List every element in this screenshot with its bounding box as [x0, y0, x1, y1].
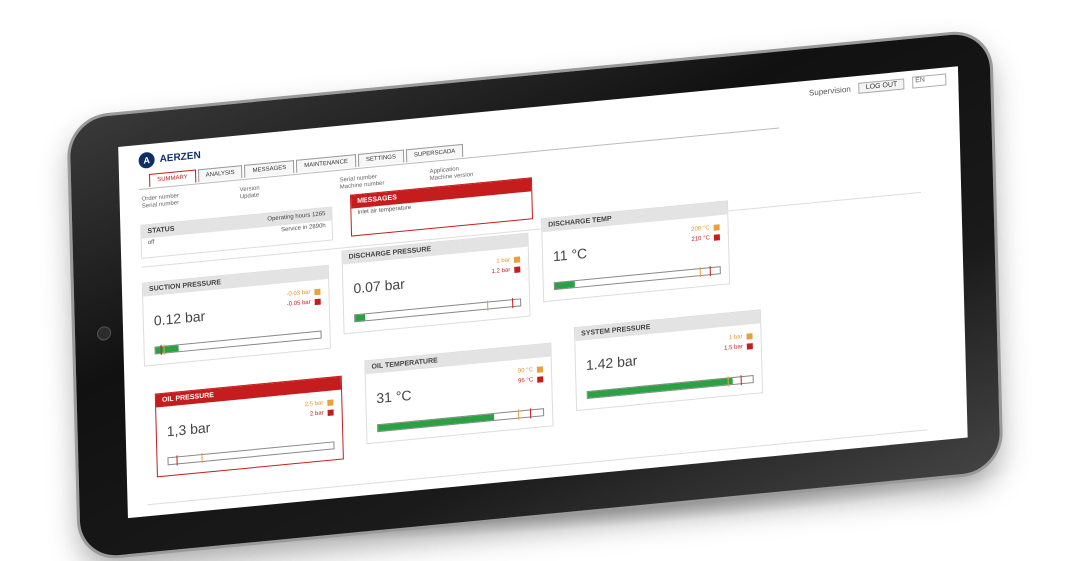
- alarm-threshold-value: -0.05 bar: [287, 300, 311, 308]
- gauge-bar-fill: [355, 314, 365, 321]
- gauge-card-syspress[interactable]: SYSTEM PRESSURE1.42 bar1 bar1.5 bar: [574, 309, 763, 411]
- app-screen: A AERZEN Supervision LOG OUT EN SUMMARY …: [118, 66, 967, 518]
- logo-text: AERZEN: [159, 150, 200, 165]
- gauge-value: 1,3 bar: [167, 419, 211, 439]
- logout-button[interactable]: LOG OUT: [859, 78, 905, 93]
- warn-threshold: 200 °C: [691, 224, 720, 233]
- alarm-marker: [512, 298, 513, 308]
- top-bar: Supervision LOG OUT EN: [809, 73, 947, 98]
- warn-threshold: -0.03 bar: [286, 289, 320, 298]
- alarm-threshold: 1.5 bar: [724, 343, 753, 352]
- alarm-threshold-value: 1.2 bar: [492, 267, 511, 275]
- alarm-threshold: 1.2 bar: [492, 266, 521, 275]
- gauge-bar: [554, 266, 721, 290]
- warn-swatch-icon: [314, 289, 320, 296]
- info-col-1: Order number Serial number: [142, 193, 180, 211]
- gauge-value: 0.07 bar: [353, 276, 405, 297]
- warn-swatch-icon: [327, 399, 333, 406]
- warn-marker: [700, 267, 701, 277]
- alarm-threshold: 210 °C: [691, 234, 720, 243]
- aerzen-logo: A AERZEN: [138, 147, 201, 169]
- warn-threshold: 1 bar: [729, 333, 753, 341]
- alarm-swatch-icon: [537, 376, 543, 383]
- alarm-marker: [710, 266, 711, 276]
- gauge-value: 0.12 bar: [154, 308, 206, 329]
- alarm-swatch-icon: [714, 234, 720, 241]
- service-label: Service in: [281, 225, 307, 234]
- gauge-value: 11 °C: [553, 245, 588, 264]
- alarm-swatch-icon: [328, 409, 334, 416]
- alarm-threshold: 95 °C: [518, 376, 543, 384]
- warn-swatch-icon: [746, 333, 752, 340]
- warn-threshold-value: 90 °C: [518, 367, 533, 374]
- gauge-bar-fill: [378, 414, 494, 431]
- gauge-bar-fill: [156, 345, 179, 353]
- state-value: off: [148, 240, 155, 247]
- alarm-swatch-icon: [315, 299, 321, 306]
- warn-marker: [201, 453, 202, 463]
- gauge-card-suction[interactable]: SUCTION PRESSURE0.12 bar-0.03 bar-0.05 b…: [142, 265, 331, 367]
- logo-mark-icon: A: [138, 152, 154, 170]
- gauge-bar-fill: [588, 378, 733, 398]
- alarm-threshold-value: 2 bar: [310, 410, 324, 417]
- alarm-threshold: 2 bar: [310, 409, 334, 417]
- info-col-2: Version Update: [240, 185, 260, 201]
- gauge-bar: [167, 441, 334, 465]
- warn-marker: [728, 376, 729, 386]
- gauge-value: 1.42 bar: [586, 352, 638, 373]
- tab-underline: [139, 127, 779, 189]
- warn-marker: [487, 301, 488, 311]
- alarm-marker: [741, 375, 742, 385]
- warn-threshold: 90 °C: [518, 366, 543, 374]
- warn-swatch-icon: [537, 366, 543, 373]
- tablet-device: A AERZEN Supervision LOG OUT EN SUMMARY …: [69, 31, 1000, 558]
- gauge-grid: SUCTION PRESSURE0.12 bar-0.03 bar-0.05 b…: [118, 66, 958, 147]
- language-select[interactable]: EN: [912, 73, 946, 88]
- warn-threshold: 2.5 bar: [305, 399, 334, 408]
- alarm-threshold-value: 95 °C: [518, 377, 533, 384]
- user-label: Supervision: [809, 84, 851, 97]
- gauge-bar-fill: [555, 281, 575, 289]
- alarm-threshold-value: 210 °C: [691, 235, 710, 243]
- gauge-card-oilpress[interactable]: OIL PRESSURE1,3 bar2.5 bar2 bar: [155, 376, 344, 478]
- gauge-card-oiltemp[interactable]: OIL TEMPERATURE31 °C90 °C95 °C: [364, 342, 553, 444]
- warn-swatch-icon: [514, 256, 520, 263]
- alarm-swatch-icon: [514, 266, 520, 273]
- alarm-marker: [177, 455, 178, 465]
- gauge-bar: [155, 331, 322, 355]
- info-col-3: Serial number Machine number: [340, 173, 385, 191]
- service-value: 2890h: [309, 223, 326, 231]
- home-button[interactable]: [97, 326, 111, 341]
- gauge-card-discharge[interactable]: DISCHARGE PRESSURE0.07 bar1 bar1.2 bar: [341, 233, 530, 335]
- info-col-4: Application Machine version: [429, 165, 473, 183]
- alarm-threshold: -0.05 bar: [287, 299, 321, 308]
- warn-swatch-icon: [714, 224, 720, 231]
- warn-threshold: 1 bar: [496, 256, 520, 264]
- gauge-bar: [377, 408, 544, 432]
- gauge-bar: [354, 298, 521, 322]
- warn-threshold-value: 2.5 bar: [305, 400, 324, 408]
- warn-marker: [518, 410, 519, 420]
- warn-threshold-value: 1 bar: [729, 334, 743, 341]
- gauge-bar: [587, 375, 754, 399]
- hours-value: 1265: [312, 211, 326, 218]
- hours-label: Operating hours: [267, 213, 310, 223]
- alarm-swatch-icon: [747, 343, 753, 350]
- info-label: Update: [240, 192, 260, 201]
- gauge-card-disctemp[interactable]: DISCHARGE TEMP11 °C200 °C210 °C: [541, 200, 730, 302]
- alarm-marker: [530, 408, 531, 418]
- warn-threshold-value: -0.03 bar: [286, 290, 310, 298]
- warn-threshold-value: 1 bar: [496, 257, 510, 264]
- status-title: STATUS: [147, 226, 174, 236]
- alarm-threshold-value: 1.5 bar: [724, 344, 743, 352]
- warn-threshold-value: 200 °C: [691, 225, 710, 233]
- gauge-value: 31 °C: [376, 387, 412, 406]
- service-readout: Service in 2890h: [281, 223, 326, 233]
